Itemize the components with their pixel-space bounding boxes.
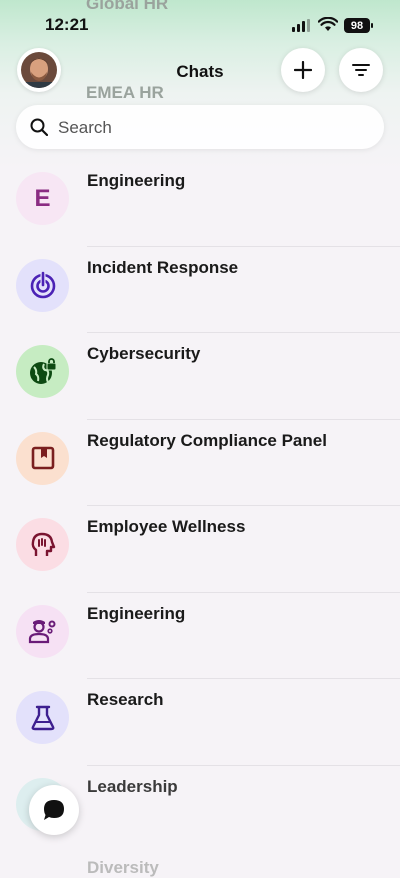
chat-avatar xyxy=(16,604,69,658)
chat-name: Leadership xyxy=(87,776,178,796)
battery-indicator: 98 xyxy=(344,18,373,33)
chat-avatar xyxy=(16,518,69,571)
search-bar[interactable] xyxy=(16,105,384,151)
chat-name: Incident Response xyxy=(87,257,239,277)
chat-name-partial: Diversity xyxy=(87,858,159,877)
search-icon xyxy=(30,118,48,136)
chat-name: Employee Wellness xyxy=(87,517,246,536)
chat-row-engineering-2[interactable]: Engineering xyxy=(0,593,400,679)
chat-name: Cybersecurity xyxy=(87,344,201,363)
chat-avatar xyxy=(16,431,69,485)
status-bar: 12:21 98 xyxy=(0,0,400,50)
chat-bubble-icon xyxy=(44,800,64,820)
plus-icon xyxy=(294,61,312,79)
signal-icon xyxy=(292,19,310,32)
chat-name: Research xyxy=(87,690,164,709)
new-chat-button[interactable] xyxy=(281,48,325,92)
chat-row-research[interactable]: Research xyxy=(0,679,400,766)
chat-name: Engineering xyxy=(87,171,186,190)
chat-avatar xyxy=(16,345,69,398)
chat-avatar: E xyxy=(16,172,69,225)
chat-row-cybersecurity[interactable]: Cybersecurity xyxy=(0,333,400,420)
avatar-letter: E xyxy=(34,184,51,212)
new-message-fab[interactable] xyxy=(29,785,79,835)
head-icon xyxy=(31,532,55,556)
chat-row-engineering[interactable]: E Engineering xyxy=(0,160,400,247)
search-input[interactable] xyxy=(56,105,360,151)
filter-button[interactable] xyxy=(339,48,383,92)
chat-row-regulatory-compliance[interactable]: Regulatory Compliance Panel xyxy=(0,420,400,506)
header: Chats xyxy=(0,48,400,96)
chat-avatar xyxy=(16,691,69,744)
status-time: 12:21 xyxy=(45,15,89,34)
chat-avatar xyxy=(16,258,69,312)
flask-icon xyxy=(31,705,54,730)
power-target-icon xyxy=(30,271,55,299)
chat-row-employee-wellness[interactable]: Employee Wellness xyxy=(0,506,400,593)
chat-name: Regulatory Compliance Panel xyxy=(87,430,327,450)
engineer-icon xyxy=(28,620,55,644)
wifi-icon xyxy=(318,17,338,31)
book-icon xyxy=(31,446,54,470)
chat-name: Engineering xyxy=(87,603,186,623)
filter-icon xyxy=(352,64,370,76)
chat-row-incident-response[interactable]: Incident Response xyxy=(0,247,400,333)
globe-lock-icon xyxy=(29,357,56,384)
chat-list: E Engineering Incident Response Cybersec… xyxy=(0,160,400,852)
